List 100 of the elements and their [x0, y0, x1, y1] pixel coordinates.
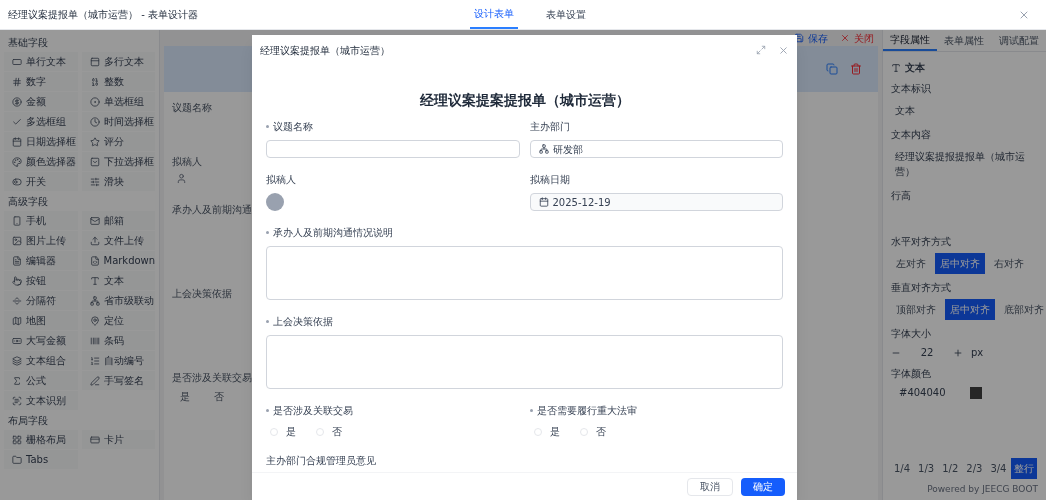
field-type-item[interactable]: Tabs [4, 450, 78, 469]
align-option[interactable]: 顶部对齐 [891, 299, 941, 320]
canvas-field-label: 议题名称 [172, 101, 212, 115]
field-type-item[interactable]: 文本组合 [4, 351, 78, 370]
field-type-item[interactable]: 按钮 [4, 271, 78, 290]
grid-icon [12, 434, 22, 445]
close-button[interactable]: 关闭 [840, 30, 874, 46]
header-tab[interactable]: 表单设置 [542, 0, 590, 29]
field-type-item[interactable]: 省市级联动 [81, 291, 155, 310]
color-value[interactable]: #404040 [899, 385, 946, 400]
width-option[interactable]: 1/4 [891, 457, 914, 479]
toggle-icon [12, 176, 22, 187]
banknote-icon [12, 335, 22, 346]
property-label: 行高 [891, 189, 912, 203]
align-option[interactable]: 居中对齐 [945, 299, 995, 320]
field-type-item[interactable]: 评分 [81, 132, 155, 151]
textarea-field[interactable] [266, 246, 783, 300]
width-option[interactable]: 1/3 [915, 457, 938, 479]
radio-option[interactable]: 否 [316, 424, 342, 439]
text-input[interactable] [266, 140, 520, 158]
field-type-item[interactable]: 大写金额 [4, 331, 78, 350]
map-icon [12, 315, 22, 326]
field-type-item[interactable]: 多选框组 [4, 112, 78, 131]
canvas-field-label: 上会决策依据 [172, 287, 232, 301]
field-type-item[interactable]: 手写签名 [81, 371, 155, 390]
align-option[interactable]: 右对齐 [989, 253, 1029, 274]
text-icon [89, 275, 100, 286]
palette-icon [12, 156, 22, 167]
property-value-field[interactable]: 经理议案提报提报单（城市运营） [891, 146, 1038, 182]
radio-option[interactable]: 是 [533, 424, 560, 439]
delete-icon[interactable] [850, 63, 862, 75]
align-option[interactable]: 左对齐 [891, 253, 931, 274]
list-icon [89, 355, 100, 366]
field-type-item[interactable]: 公式 [4, 371, 78, 390]
field-type-item[interactable]: 文本识别 [4, 391, 78, 410]
align-option[interactable]: 底部对齐 [999, 299, 1046, 320]
calendar-icon [538, 197, 549, 207]
field-type-item[interactable]: 日期选择框 [4, 132, 78, 151]
field-type-item[interactable]: 定位 [81, 311, 155, 330]
upload-icon [89, 235, 100, 246]
radio-option[interactable]: 是 [270, 424, 296, 439]
field-type-item[interactable]: 邮箱 [81, 211, 155, 230]
close-icon[interactable] [778, 44, 789, 56]
cancel-button[interactable]: 取消 [687, 477, 733, 496]
field-type-item[interactable]: 单行文本 [4, 52, 78, 71]
width-option[interactable]: 3/4 [987, 457, 1010, 479]
field-type-item[interactable]: 单选框组 [81, 92, 155, 111]
field-type-item[interactable]: 文件上传 [81, 231, 155, 250]
field-label: 是否需要履行重大法审 [536, 404, 637, 418]
binary-icon [89, 76, 100, 87]
field-type-item[interactable]: 开关 [4, 172, 78, 191]
barcode-icon [89, 335, 100, 346]
field-type-item[interactable]: Markdown [81, 251, 155, 270]
field-type-item[interactable]: 编辑器 [4, 251, 78, 270]
property-value-field[interactable]: 文本 [891, 100, 1038, 121]
field-type-item[interactable]: 时间选择框 [81, 112, 155, 131]
layers-icon [12, 355, 22, 366]
font-size-field[interactable]: 22 [909, 345, 945, 360]
width-option[interactable]: 2/3 [963, 457, 986, 479]
plus-icon[interactable] [953, 347, 963, 358]
confirm-button[interactable]: 确定 [741, 477, 785, 496]
avatar [266, 193, 284, 211]
radio-option[interactable]: 否 [214, 389, 224, 404]
align-option[interactable]: 居中对齐 [935, 253, 985, 274]
fullscreen-icon[interactable] [756, 44, 766, 55]
field-type-item[interactable]: 图片上传 [4, 231, 78, 250]
width-option[interactable]: 整行 [1011, 457, 1038, 479]
field-type-item[interactable]: 卡片 [81, 430, 155, 449]
panel-tab[interactable]: 表单属性 [937, 30, 992, 51]
radio-option[interactable]: 是 [180, 389, 190, 404]
field-type-item[interactable]: 手机 [4, 211, 78, 230]
panel-tab[interactable]: 调试配置 [991, 30, 1046, 51]
department-field[interactable]: 研发部 [529, 140, 783, 158]
text-icon [891, 62, 901, 73]
copy-icon[interactable] [826, 63, 838, 75]
textarea-field[interactable] [266, 335, 783, 389]
field-type-item[interactable]: 自动编号 [81, 351, 155, 370]
color-swatch[interactable] [969, 386, 982, 399]
save-button[interactable]: 保存 [794, 30, 828, 46]
field-type-item[interactable]: 分隔符 [4, 291, 78, 310]
field-type-item[interactable]: 条码 [81, 331, 155, 350]
field-type-item[interactable]: 滑块 [81, 172, 155, 191]
field-type-item[interactable]: 文本 [81, 271, 155, 290]
radio-option[interactable]: 否 [579, 424, 606, 439]
field-type-item[interactable]: 颜色选择器 [4, 152, 78, 171]
field-type-item[interactable]: 数字 [4, 72, 78, 91]
width-option[interactable]: 1/2 [939, 457, 962, 479]
field-type-item[interactable]: 整数 [81, 72, 155, 91]
field-type-item[interactable]: 栅格布局 [4, 430, 78, 449]
panel-tab[interactable]: 字段属性 [883, 30, 938, 51]
field-type-item[interactable]: 下拉选择框 [81, 152, 155, 171]
date-field[interactable]: 2025-12-19 [529, 193, 783, 211]
field-type-item[interactable]: 地图 [4, 311, 78, 330]
star-icon [89, 136, 100, 147]
page-title: 经理议案提报单（城市运营） - 表单设计器 [8, 8, 199, 22]
field-type-item[interactable]: 多行文本 [81, 52, 155, 71]
property-label: 文本标识 [891, 82, 932, 96]
section-title: 高级字段 [7, 195, 49, 209]
save-icon [794, 33, 804, 43]
field-type-item[interactable]: 金额 [4, 92, 78, 111]
